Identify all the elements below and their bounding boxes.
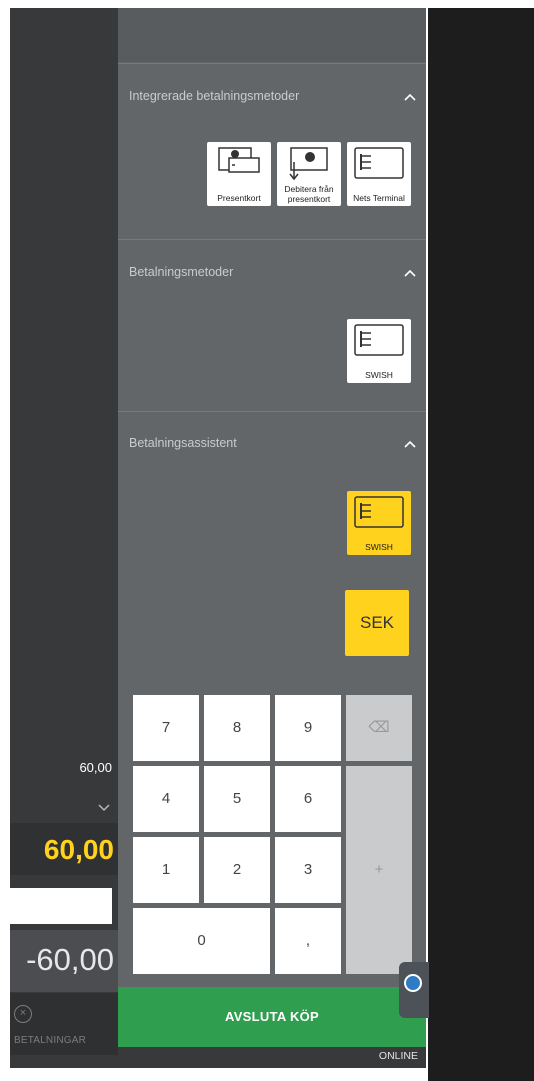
- backspace-key[interactable]: ⌫: [346, 695, 412, 761]
- tile-label-line1: Debitera från: [284, 184, 334, 194]
- tile-swish[interactable]: SWISH: [347, 319, 411, 383]
- tile-debit-gift-card[interactable]: Debitera från presentkort: [277, 142, 341, 206]
- key-comma[interactable]: ,: [275, 908, 341, 974]
- gift-card-debit-icon: [289, 147, 328, 181]
- remote-support-icon: [404, 974, 422, 992]
- tile-label: Debitera från presentkort: [277, 184, 341, 204]
- tile-label: Nets Terminal: [353, 193, 405, 203]
- section-title-assistant: Betalningsassistent: [129, 436, 237, 450]
- section-title-methods: Betalningsmetoder: [129, 265, 234, 279]
- side-tab-handle[interactable]: [399, 962, 429, 1018]
- section-divider: [118, 411, 426, 412]
- payments-label: BETALNINGAR: [14, 1035, 87, 1046]
- status-footer: ONLINE: [118, 1047, 426, 1068]
- finish-purchase-button[interactable]: AVSLUTA KÖP: [118, 987, 426, 1047]
- left-summary-panel: 60,00 60,00 -60,00 × BETALNINGAR: [10, 8, 118, 1068]
- key-0[interactable]: 0: [133, 908, 270, 974]
- payment-card-icon: [354, 324, 404, 356]
- key-5[interactable]: 5: [204, 766, 270, 832]
- panel-header-band: [118, 8, 426, 62]
- total-due-value: 60,00: [43, 834, 114, 865]
- key-8[interactable]: 8: [204, 695, 270, 761]
- payment-card-icon: [354, 496, 404, 528]
- status-online: ONLINE: [378, 1050, 418, 1062]
- close-circle-icon[interactable]: ×: [14, 1005, 32, 1023]
- tile-label: SWISH: [365, 542, 393, 552]
- gift-card-icon: [218, 147, 260, 173]
- tile-swish-selected[interactable]: SWISH: [347, 491, 411, 555]
- tile-label-line2: presentkort: [287, 194, 331, 204]
- currency-button[interactable]: SEK: [345, 590, 409, 656]
- key-2[interactable]: 2: [204, 837, 270, 903]
- section-divider: [118, 239, 426, 240]
- chevron-up-icon[interactable]: [404, 89, 416, 104]
- section-title-integrated: Integrerade betalningsmetoder: [129, 89, 300, 103]
- plus-key[interactable]: +: [346, 766, 412, 974]
- subtotal-value: 60,00: [79, 760, 112, 775]
- tile-label: Presentkort: [217, 193, 261, 203]
- key-9[interactable]: 9: [275, 695, 341, 761]
- payment-panel: Integrerade betalningsmetoder Presentkor…: [118, 8, 426, 1068]
- section-divider: [118, 63, 426, 64]
- key-6[interactable]: 6: [275, 766, 341, 832]
- balance-value: -60,00: [26, 942, 114, 977]
- key-1[interactable]: 1: [133, 837, 199, 903]
- chevron-down-icon[interactable]: [98, 801, 110, 815]
- tile-label: SWISH: [365, 370, 393, 380]
- payment-card-icon: [354, 147, 404, 179]
- chevron-up-icon[interactable]: [404, 265, 416, 280]
- tile-nets-terminal[interactable]: Nets Terminal: [347, 142, 411, 206]
- key-7[interactable]: 7: [133, 695, 199, 761]
- chevron-up-icon[interactable]: [404, 436, 416, 451]
- amount-input[interactable]: [10, 888, 112, 924]
- key-4[interactable]: 4: [133, 766, 199, 832]
- key-3[interactable]: 3: [275, 837, 341, 903]
- tile-gift-card[interactable]: Presentkort: [207, 142, 271, 206]
- background-frame: [428, 8, 534, 1081]
